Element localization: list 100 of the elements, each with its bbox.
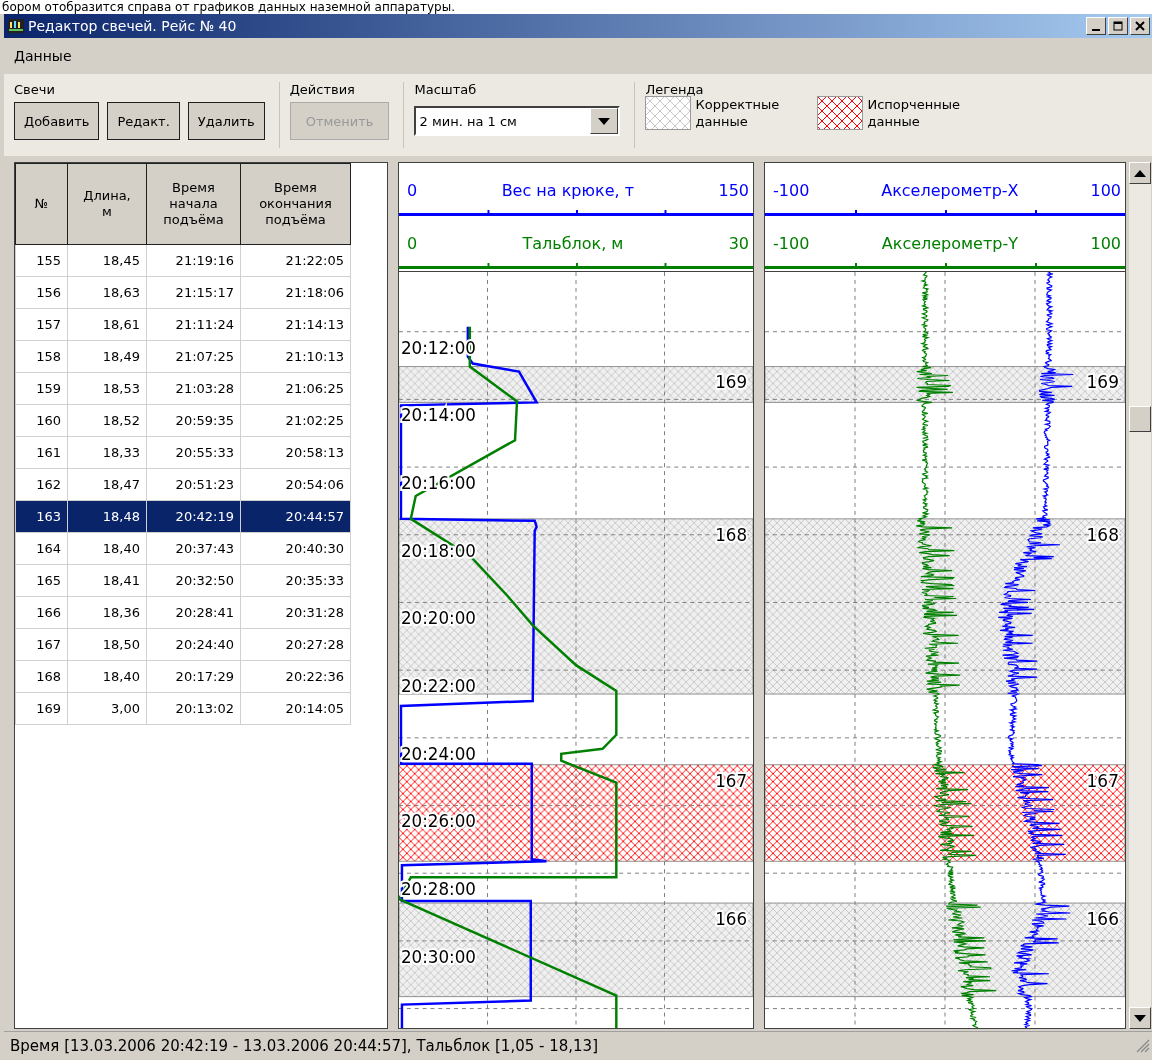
data-band[interactable] (765, 763, 1125, 862)
table-row[interactable]: 155 18,45 21:19:16 21:22:05 (15, 244, 351, 277)
scale-dropdown[interactable]: 2 мин. на 1 см (414, 106, 621, 136)
data-band[interactable] (765, 365, 1125, 403)
app-icon (8, 19, 24, 33)
table-cell: 20:22:36 (240, 660, 351, 693)
table-cell: 159 (15, 372, 68, 405)
table-cell: 20:54:06 (240, 468, 351, 501)
up-arrow-icon (1134, 169, 1146, 177)
table-cell: 20:14:05 (240, 692, 351, 725)
minimize-button[interactable] (1086, 17, 1106, 35)
status-text: Время [13.03.2006 20:42:19 - 13.03.2006 20:44:57], Тальблок [1,05 - 18,13] (10, 1037, 598, 1055)
axis-title: Акселерометр-X (880, 180, 1020, 200)
table-cell: 155 (15, 244, 68, 277)
legend-label: Корректные данные (695, 96, 781, 130)
group-label: Свечи (14, 82, 56, 97)
table-row[interactable]: 167 18,50 20:24:40 20:27:28 (15, 628, 351, 661)
table-cell: 20:51:23 (146, 468, 241, 501)
table-cell: 21:02:25 (240, 404, 351, 437)
table-cell: 21:03:28 (146, 372, 241, 405)
table-row[interactable]: 160 18,52 20:59:35 21:02:25 (15, 404, 351, 437)
data-band[interactable] (399, 902, 753, 997)
data-band[interactable] (765, 517, 1125, 695)
table-row[interactable]: 168 18,40 20:17:29 20:22:36 (15, 660, 351, 693)
toolbar-button[interactable]: Редакт. (107, 102, 180, 140)
data-band[interactable] (765, 902, 1125, 997)
table-row[interactable]: 156 18,63 21:15:17 21:18:06 (15, 276, 351, 309)
table-cell: 21:15:17 (146, 276, 241, 309)
table-cell: 160 (15, 404, 68, 437)
table-cell: 20:59:35 (146, 404, 241, 437)
table-row[interactable]: 162 18,47 20:51:23 20:54:06 (15, 468, 351, 501)
table-cell: 21:10:13 (240, 340, 351, 373)
table-cell: 156 (15, 276, 68, 309)
column-header[interactable]: Время окончания подъёма (240, 163, 351, 245)
table-row[interactable]: 165 18,41 20:32:50 20:35:33 (15, 564, 351, 597)
table-cell: 20:37:43 (146, 532, 241, 565)
data-band[interactable] (399, 517, 753, 695)
axis-title: Вес на крюке, т (500, 180, 635, 200)
table-cell: 157 (15, 308, 68, 341)
table-cell: 164 (15, 532, 68, 565)
table-cell: 21:22:05 (240, 244, 351, 277)
axis-max: 150 (718, 180, 749, 200)
table-row[interactable]: 164 18,40 20:37:43 20:40:30 (15, 532, 351, 565)
axis-max: 100 (1090, 180, 1121, 200)
table-cell: 168 (15, 660, 68, 693)
table-cell: 18,52 (67, 404, 147, 437)
table-cell: 18,41 (67, 564, 147, 597)
scroll-thumb[interactable] (1129, 406, 1151, 432)
table-cell: 18,33 (67, 436, 147, 469)
toolbar-button[interactable]: Добавить (14, 102, 100, 140)
table-cell: 20:44:57 (240, 500, 351, 533)
table-cell: 20:40:30 (240, 532, 351, 565)
data-band[interactable] (399, 763, 753, 862)
scroll-down-button[interactable] (1129, 1007, 1151, 1029)
minimize-icon (1092, 29, 1100, 31)
table-cell: 21:18:06 (240, 276, 351, 309)
maximize-icon (1113, 21, 1123, 31)
column-header[interactable]: № (15, 163, 68, 245)
column-header[interactable]: Длина, м (67, 163, 147, 245)
table-row[interactable]: 159 18,53 21:03:28 21:06:25 (15, 372, 351, 405)
maximize-button[interactable] (1108, 17, 1128, 35)
table-cell: 21:06:25 (240, 372, 351, 405)
menu-item[interactable]: Данные (10, 46, 76, 66)
table-row[interactable]: 158 18,49 21:07:25 21:10:13 (15, 340, 351, 373)
table-cell: 158 (15, 340, 68, 373)
time-label: 20:24:00 (400, 743, 476, 764)
band-label: 169 (1086, 372, 1119, 392)
axis-min: 0 (407, 233, 418, 253)
table-row[interactable]: 163 18,48 20:42:19 20:44:57 (15, 500, 351, 533)
table-row[interactable]: 161 18,33 20:55:33 20:58:13 (15, 436, 351, 469)
resize-grip-icon (1136, 1039, 1150, 1053)
table-cell: 169 (15, 692, 68, 725)
table-cell: 20:58:13 (240, 436, 351, 469)
table-row[interactable]: 157 18,61 21:11:24 21:14:13 (15, 308, 351, 341)
table-cell: 161 (15, 436, 68, 469)
table-cell: 18,63 (67, 276, 147, 309)
table-row[interactable]: 169 3,00 20:13:02 20:14:05 (15, 692, 351, 725)
vertical-scrollbar[interactable] (1129, 162, 1151, 1029)
data-band[interactable] (399, 365, 753, 403)
table-cell: 20:17:29 (146, 660, 241, 693)
scroll-up-button[interactable] (1129, 162, 1151, 184)
table-cell: 18,49 (67, 340, 147, 373)
down-arrow-icon (1134, 1014, 1146, 1022)
group-label: Действия (289, 82, 356, 97)
band-label: 167 (715, 770, 748, 791)
table-cell: 20:32:50 (146, 564, 241, 597)
table-cell: 18,50 (67, 628, 147, 661)
axis-min: -100 (773, 180, 810, 200)
table-cell: 18,45 (67, 244, 147, 277)
close-button[interactable] (1130, 17, 1150, 35)
table-cell: 163 (15, 500, 68, 533)
axis-min: -100 (773, 233, 810, 253)
table-row[interactable]: 166 18,36 20:28:41 20:31:28 (15, 596, 351, 629)
column-header[interactable]: Время начала подъёма (146, 163, 241, 245)
table-cell: 18,53 (67, 372, 147, 405)
table-cell: 165 (15, 564, 68, 597)
table-cell: 18,40 (67, 660, 147, 693)
axis-title: Тальблок, м (521, 233, 625, 253)
toolbar-button[interactable]: Удалить (187, 102, 265, 140)
axis-max: 30 (728, 233, 749, 253)
